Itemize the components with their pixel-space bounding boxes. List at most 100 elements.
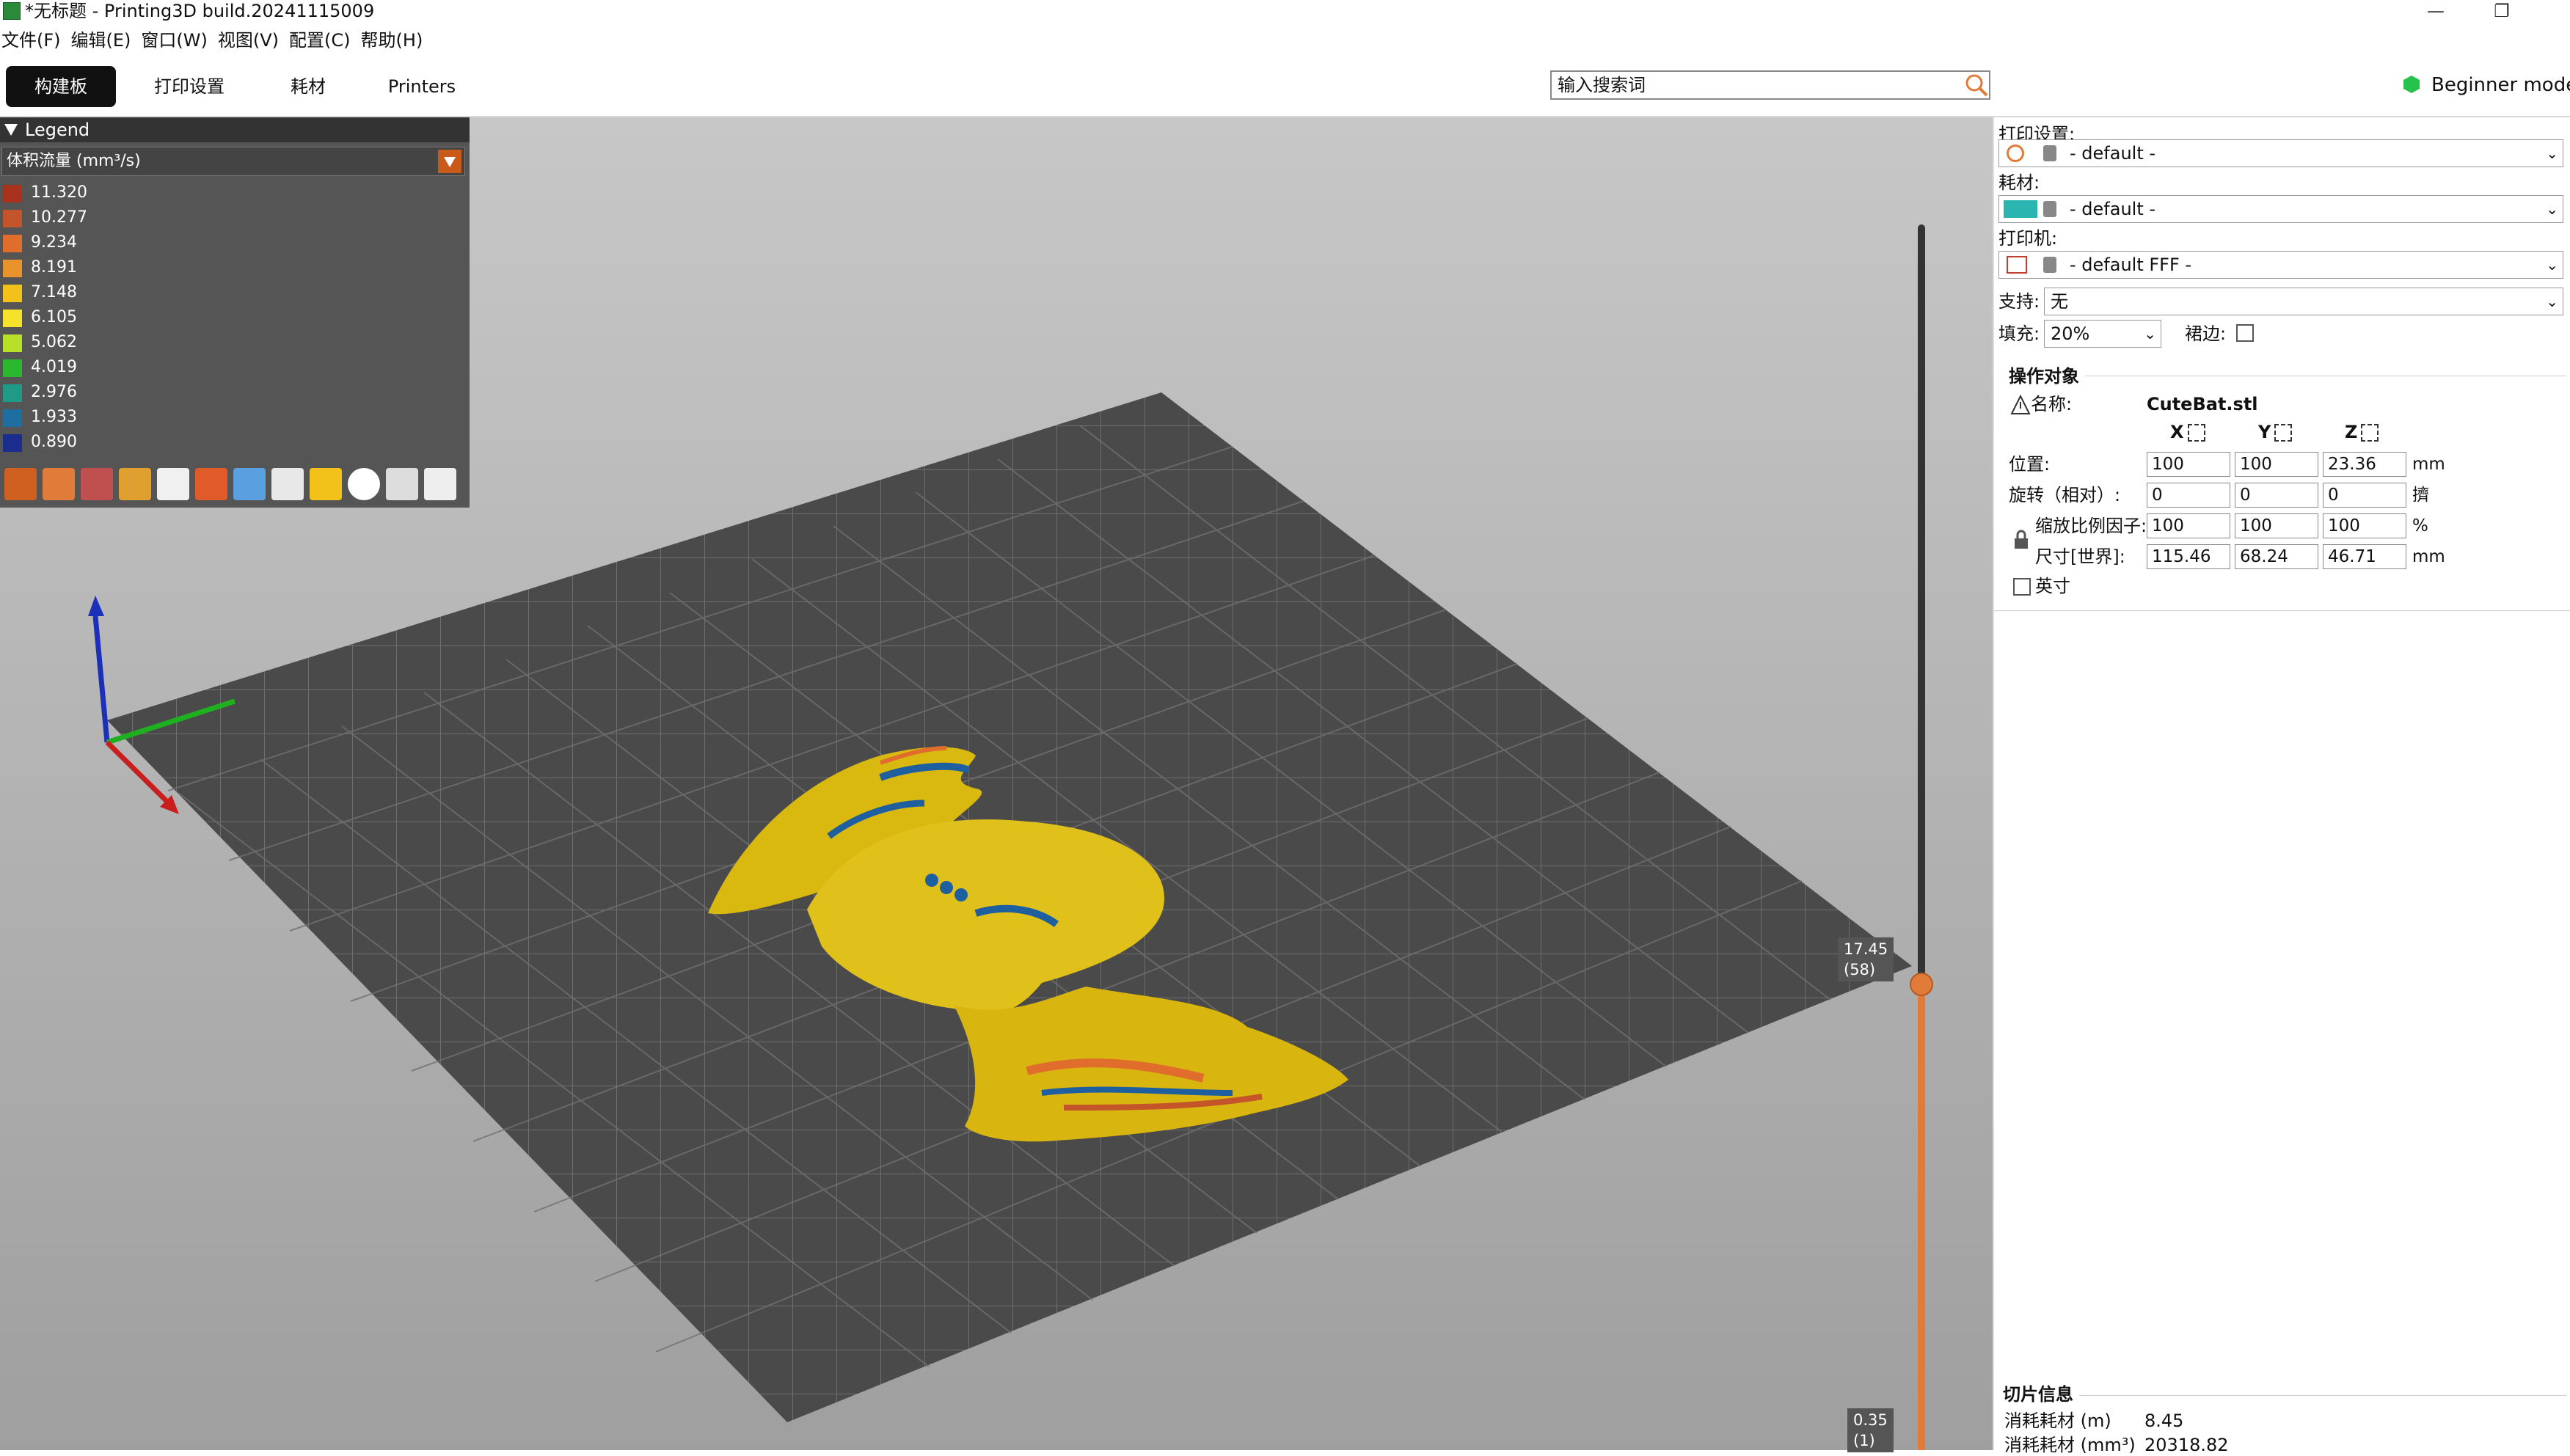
legend-item: 6.105 — [3, 305, 223, 330]
export-icon[interactable] — [424, 468, 456, 500]
chevron-down-icon: ⌄ — [2144, 325, 2156, 343]
filament-color-swatch — [2004, 200, 2037, 218]
search-input[interactable]: 输入搜索词 — [1550, 70, 1990, 100]
tab-filament[interactable]: 耗材 — [264, 66, 352, 107]
window-title: *无标题 - Printing3D build.20241115009 — [25, 1, 375, 21]
minimize-button[interactable]: — — [2414, 0, 2458, 22]
legend-value: 9.234 — [31, 233, 77, 252]
view-toolbar — [0, 462, 470, 508]
scale-z-field[interactable]: 100 — [2323, 513, 2406, 538]
height-icon[interactable] — [43, 468, 75, 500]
position-y-field[interactable]: 100 — [2235, 452, 2318, 477]
legend-swatch — [3, 235, 22, 252]
rotation-y-field[interactable]: 0 — [2235, 483, 2318, 508]
scale-x-field[interactable]: 100 — [2147, 513, 2230, 538]
slice-info-title: 切片信息 — [2003, 1383, 2079, 1405]
menu-help[interactable]: 帮助(H) — [361, 26, 423, 54]
used-filament-mm3-label: 消耗耗材 (mm³) — [2004, 1435, 2136, 1455]
menu-window[interactable]: 窗口(W) — [141, 26, 207, 54]
drop-to-bed-y-icon[interactable] — [2274, 424, 2292, 442]
menu-edit[interactable]: 编辑(E) — [71, 26, 131, 54]
scale-unit: % — [2412, 516, 2428, 535]
printer-icon — [2007, 256, 2027, 274]
legend-item: 10.277 — [3, 205, 223, 230]
name-label: 名称: — [2031, 394, 2073, 414]
axis-z-label: Z — [2345, 422, 2358, 442]
app-icon — [3, 2, 21, 20]
slider-top-layer: (58) — [1844, 961, 1876, 978]
size-z-field[interactable]: 46.71 — [2323, 544, 2406, 569]
object-name: CuteBat.stl — [2147, 394, 2258, 414]
restore-button[interactable]: ❐ — [2480, 0, 2524, 22]
position-unit: mm — [2412, 455, 2445, 474]
size-label: 尺寸[世界]: — [2035, 546, 2125, 567]
lock-icon — [2043, 145, 2056, 161]
lock-icon[interactable] — [2013, 530, 2029, 550]
tab-printers[interactable]: Printers — [374, 66, 470, 107]
menu-view[interactable]: 视图(V) — [218, 26, 279, 54]
layer-slider-thumb[interactable] — [1910, 973, 1933, 996]
used-filament-mm3-value: 20318.82 — [2144, 1435, 2229, 1455]
tab-plater[interactable]: 构建板 — [6, 66, 116, 107]
scale-y-field[interactable]: 100 — [2235, 513, 2318, 538]
cube-view-icon[interactable] — [386, 468, 418, 500]
drop-to-bed-z-icon[interactable] — [2361, 424, 2379, 442]
filament-combo[interactable]: - default - ⌄ — [1998, 195, 2563, 223]
fan-speed-icon[interactable] — [157, 468, 189, 500]
support-label: 支持: — [1998, 291, 2040, 312]
printer-combo[interactable]: - default FFF - ⌄ — [1998, 251, 2563, 279]
z-axis-arrow-icon — [88, 596, 104, 616]
position-label: 位置: — [2009, 454, 2051, 475]
legend-swatch — [3, 310, 22, 327]
collapse-triangle-icon[interactable] — [4, 124, 18, 136]
slider-top-height: 17.45 — [1844, 940, 1888, 958]
legend-header[interactable]: Legend — [0, 117, 470, 142]
legend-item: 8.191 — [3, 255, 223, 280]
layer-slider-range[interactable] — [1918, 983, 1925, 1450]
printer-value: - default FFF - — [2070, 255, 2192, 275]
legend-value: 5.062 — [31, 333, 77, 351]
legend-value: 6.105 — [31, 308, 77, 326]
tab-bar: 构建板 打印设置 耗材 Printers — [0, 59, 2570, 117]
object-section-title: 操作对象 — [2009, 365, 2085, 387]
legend-item: 7.148 — [3, 280, 223, 305]
print-settings-combo[interactable]: - default - ⌄ — [1998, 139, 2563, 167]
tool-icon[interactable] — [310, 468, 342, 500]
menu-config[interactable]: 配置(C) — [289, 26, 350, 54]
temperature-icon[interactable] — [195, 468, 227, 500]
legend-value: 4.019 — [31, 358, 77, 376]
mode-label[interactable]: Beginner mode — [2431, 70, 2570, 100]
speed-icon[interactable] — [119, 468, 151, 500]
rotation-z-field[interactable]: 0 — [2323, 483, 2406, 508]
tab-print-settings[interactable]: 打印设置 — [131, 66, 248, 107]
layer-slider-track[interactable] — [1918, 224, 1925, 987]
brim-checkbox[interactable] — [2236, 324, 2254, 342]
settings-sidebar: 打印设置: - default - ⌄ 耗材: - default - ⌄ 打印… — [1993, 117, 2570, 1455]
dropdown-arrow-icon[interactable] — [438, 150, 461, 173]
legend-swatch — [3, 434, 22, 452]
size-y-field[interactable]: 68.24 — [2235, 544, 2318, 569]
printer-label: 打印机: — [1998, 228, 2058, 249]
menu-bar: 文件(F) 编辑(E) 窗口(W) 视图(V) 配置(C) 帮助(H) — [0, 26, 1027, 54]
infill-combo[interactable]: 20% ⌄ — [2044, 320, 2161, 348]
menu-file[interactable]: 文件(F) — [1, 26, 61, 54]
inch-checkbox[interactable] — [2013, 578, 2031, 596]
rotation-x-field[interactable]: 0 — [2147, 483, 2230, 508]
slider-bottom-height: 0.35 — [1853, 1411, 1888, 1429]
position-z-field[interactable]: 23.36 — [2323, 452, 2406, 477]
position-x-field[interactable]: 100 — [2147, 452, 2230, 477]
axis-y-label: Y — [2258, 422, 2271, 442]
legend-value: 8.191 — [31, 258, 77, 277]
support-combo[interactable]: 无 ⌄ — [2044, 288, 2563, 315]
layer-time-icon[interactable] — [271, 468, 304, 500]
legend-item: 2.976 — [3, 380, 223, 405]
size-x-field[interactable]: 115.46 — [2147, 544, 2230, 569]
legend-metric-select[interactable]: 体积流量 (mm³/s) — [1, 147, 465, 176]
volumetric-flow-icon[interactable] — [233, 468, 266, 500]
width-icon[interactable] — [81, 468, 113, 500]
search-icon[interactable] — [1963, 72, 1990, 98]
feature-type-icon[interactable] — [4, 468, 37, 500]
drop-to-bed-x-icon[interactable] — [2188, 424, 2205, 442]
color-print-icon[interactable] — [348, 468, 380, 500]
z-axis — [92, 615, 110, 743]
